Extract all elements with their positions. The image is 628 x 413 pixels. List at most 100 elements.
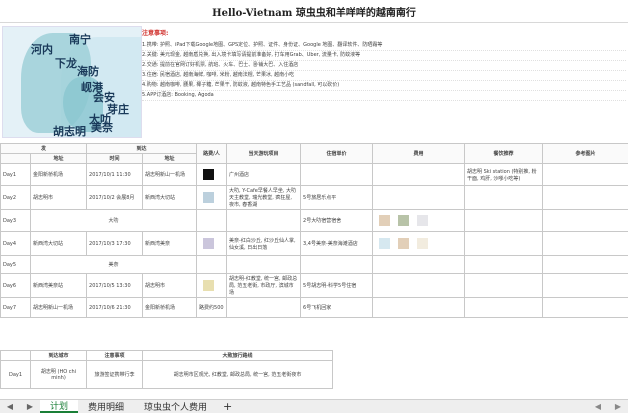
- cell-activity[interactable]: 广州酒店: [227, 164, 301, 186]
- header-time: 时间: [87, 154, 143, 164]
- cell-lodging[interactable]: 6号飞机回家: [301, 298, 373, 318]
- notes-line[interactable]: 3.住宿: 民宿酒店, 越南海鲜, 咖啡, 米粉, 越南法棍, 芒果冰, 越南小…: [142, 71, 626, 81]
- cell-to[interactable]: 胡志明市: [143, 274, 197, 298]
- cell-lodging[interactable]: 5号胡志明-科学5号住宿: [301, 274, 373, 298]
- cell-time[interactable]: 2017/10/2 会展8月: [87, 186, 143, 210]
- cell-cost[interactable]: [373, 164, 465, 186]
- cell-cost[interactable]: [373, 256, 465, 274]
- table-row[interactable]: Day3 大叻 2号大叻宿营宿舍: [1, 210, 628, 232]
- next-sheet-icon[interactable]: ▶: [27, 402, 33, 411]
- cost-thumbnails: [375, 214, 462, 227]
- cell-lodging[interactable]: [301, 256, 373, 274]
- cell-ref[interactable]: [543, 232, 628, 256]
- cell-time[interactable]: 2017/10/5 13:30: [87, 274, 143, 298]
- route-cell-notes[interactable]: 旅游签证携带行李: [87, 361, 143, 389]
- notes-line[interactable]: 4.购物: 越南咖啡, 腰果, 椰子糖, 芒果干, 防蚊液, 越南特色手工艺品 …: [142, 81, 626, 91]
- route-cell-city[interactable]: 胡志明 (HO chi minh): [31, 361, 87, 389]
- cell-fee[interactable]: [197, 164, 227, 186]
- route-cell-day[interactable]: Day1: [1, 361, 31, 389]
- table-row[interactable]: Day4 新西湾大切站 2017/10/3 17:30 新西湾美奈 美奈-红白沙…: [1, 232, 628, 256]
- route-header-day: [1, 351, 31, 361]
- cell-to[interactable]: 金阳新桥机场: [143, 298, 197, 318]
- cell-from[interactable]: 胡志明市: [31, 186, 87, 210]
- cell-cost[interactable]: [373, 274, 465, 298]
- cell-to[interactable]: 新西湾美奈: [143, 232, 197, 256]
- table-row[interactable]: Day7 胡志明新山一机场 2017/10/6 21:30 金阳新桥机场 路费约…: [1, 298, 628, 318]
- cell-to[interactable]: 新西湾大切站: [143, 186, 197, 210]
- image-thumbnail: [417, 215, 428, 226]
- scroll-left-icon[interactable]: ◀: [595, 402, 601, 411]
- sheet-tab-plan[interactable]: 计划: [40, 400, 78, 413]
- cell-day[interactable]: Day3: [1, 210, 31, 232]
- cell-ref[interactable]: [543, 186, 628, 210]
- cell-day[interactable]: Day7: [1, 298, 31, 318]
- route-table-header: 到达城市 注意事项 大致旅行路线: [1, 351, 333, 361]
- cell-from[interactable]: 新西湾美奈站: [31, 274, 87, 298]
- add-sheet-button[interactable]: +: [217, 400, 238, 413]
- table-row[interactable]: Day1 金阳新桥机场 2017/10/1 11:30 胡志明新山一机场 广州酒…: [1, 164, 628, 186]
- cell-from[interactable]: 胡志明新山一机场: [31, 298, 87, 318]
- scroll-right-icon[interactable]: ▶: [615, 402, 621, 411]
- cell-food[interactable]: [465, 232, 543, 256]
- cell-time[interactable]: 2017/10/1 11:30: [87, 164, 143, 186]
- route-cell-route[interactable]: 胡志明市区观光, 红教堂, 邮政总局, 统一宫, 范五老街夜市: [143, 361, 333, 389]
- cell-day[interactable]: Day4: [1, 232, 31, 256]
- cell-fee[interactable]: [197, 232, 227, 256]
- prev-sheet-icon[interactable]: ◀: [7, 402, 13, 411]
- cell-from[interactable]: 金阳新桥机场: [31, 164, 87, 186]
- cell-lodging[interactable]: 3,4号美奈-美奈海滩酒店: [301, 232, 373, 256]
- table-row[interactable]: Day6 新西湾美奈站 2017/10/5 13:30 胡志明市 胡志明-红教堂…: [1, 274, 628, 298]
- cell-day[interactable]: Day5: [1, 256, 31, 274]
- table-row[interactable]: Day2 胡志明市 2017/10/2 会展8月 新西湾大切站 大叻, Y-Ca…: [1, 186, 628, 210]
- cell-fee[interactable]: [197, 274, 227, 298]
- cell-activity[interactable]: 胡志明-红教堂, 统一宫, 邮政总局, 范五老街, 市政厅, 滨城市场: [227, 274, 301, 298]
- cell-day[interactable]: Day2: [1, 186, 31, 210]
- cell-lodging[interactable]: [301, 164, 373, 186]
- notes-line[interactable]: 1.携带: 护照、iPad下载Google地图、GPS定位、护照、证件、身份证、…: [142, 41, 626, 51]
- sheet-nav: ◀ ▶: [0, 400, 40, 413]
- cell-ref[interactable]: [543, 298, 628, 318]
- notes-line[interactable]: 2.关键: 美元现金, 越南盾兑换, 出入境卡填写请提前准备好, 打车用Grab…: [142, 51, 626, 61]
- cell-from[interactable]: 美奈: [31, 256, 197, 274]
- cell-activity[interactable]: 美奈-红白沙丘, 红沙丘仙人掌, 仙女溪, 日出日落: [227, 232, 301, 256]
- cell-cost[interactable]: [373, 186, 465, 210]
- route-table-row[interactable]: Day1 胡志明 (HO chi minh) 旅游签证携带行李 胡志明市区观光,…: [1, 361, 333, 389]
- cell-to[interactable]: 胡志明新山一机场: [143, 164, 197, 186]
- cell-food[interactable]: [465, 298, 543, 318]
- table-row[interactable]: Day5 美奈: [1, 256, 628, 274]
- notes-line[interactable]: 5.APP订酒店: Booking, Agoda: [142, 91, 626, 101]
- sheet-tab-personal-expenses[interactable]: 琼虫虫个人费用: [134, 400, 217, 413]
- cell-activity[interactable]: [227, 256, 301, 274]
- cell-food[interactable]: [465, 186, 543, 210]
- cell-from[interactable]: 新西湾大切站: [31, 232, 87, 256]
- cell-activity[interactable]: [227, 298, 301, 318]
- cell-fee[interactable]: [197, 256, 227, 274]
- cell-from[interactable]: 大叻: [31, 210, 197, 232]
- cell-ref[interactable]: [543, 256, 628, 274]
- cell-fee[interactable]: 路费约500: [197, 298, 227, 318]
- cell-ref[interactable]: [543, 274, 628, 298]
- cell-cost[interactable]: [373, 298, 465, 318]
- cell-food[interactable]: [465, 274, 543, 298]
- image-thumbnail: [379, 215, 390, 226]
- cell-food[interactable]: 胡志明 Ski station (特别推, 粉干面, 鸡肝, 沙嗲小吃等): [465, 164, 543, 186]
- cell-lodging[interactable]: 5号旅居乐点平: [301, 186, 373, 210]
- cell-day[interactable]: Day6: [1, 274, 31, 298]
- cell-cost[interactable]: [373, 232, 465, 256]
- cell-day[interactable]: Day1: [1, 164, 31, 186]
- cell-ref[interactable]: [543, 164, 628, 186]
- notes-line[interactable]: 2.交通: 提前在官网订好机票, 航班、火车、巴士、卧铺大巴、入住酒店: [142, 61, 626, 71]
- cell-fee[interactable]: [197, 186, 227, 210]
- cell-fee[interactable]: [197, 210, 227, 232]
- cell-ref[interactable]: [543, 210, 628, 232]
- cell-activity[interactable]: [227, 210, 301, 232]
- cell-food[interactable]: [465, 256, 543, 274]
- cell-time[interactable]: 2017/10/3 17:30: [87, 232, 143, 256]
- cell-activity[interactable]: 大叻, Y-Cafe早餐人早坐, 大叻天主教堂, 瑞光教堂, 疯狂屋, 夜市, …: [227, 186, 301, 210]
- sheet-tab-expenses[interactable]: 费用明细: [78, 400, 134, 413]
- cell-cost[interactable]: [373, 210, 465, 232]
- cell-time[interactable]: 2017/10/6 21:30: [87, 298, 143, 318]
- cell-lodging[interactable]: 2号大叻宿营宿舍: [301, 210, 373, 232]
- header-place: 地址: [31, 154, 87, 164]
- cell-food[interactable]: [465, 210, 543, 232]
